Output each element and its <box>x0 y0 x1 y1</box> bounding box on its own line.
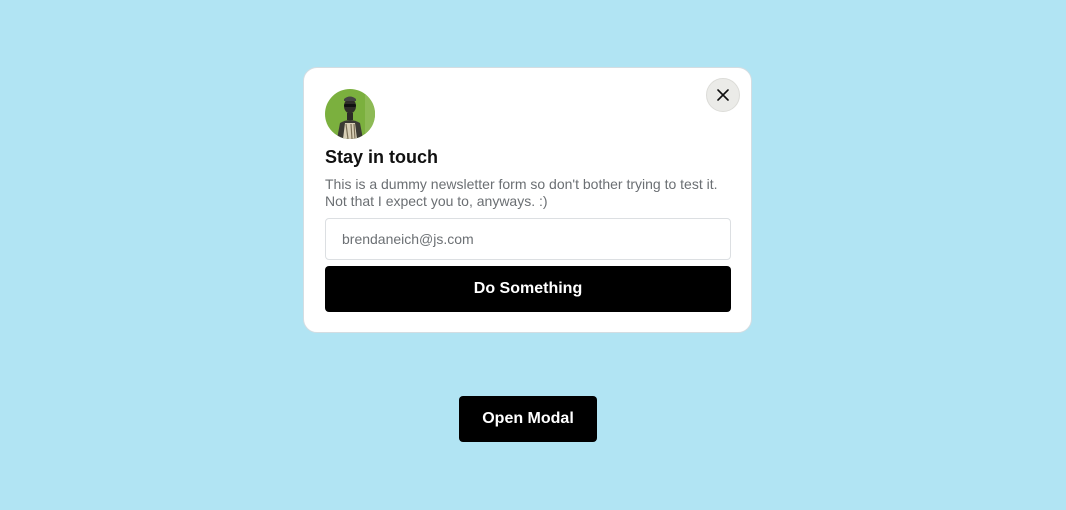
avatar <box>325 89 375 139</box>
close-button[interactable] <box>706 78 740 112</box>
newsletter-modal: Stay in touch This is a dummy newsletter… <box>303 67 752 333</box>
do-something-button[interactable]: Do Something <box>325 266 731 312</box>
open-modal-button[interactable]: Open Modal <box>459 396 597 442</box>
email-field[interactable] <box>325 218 731 260</box>
modal-description: This is a dummy newsletter form so don't… <box>325 176 718 209</box>
close-icon <box>717 89 729 101</box>
modal-title: Stay in touch <box>325 147 439 167</box>
